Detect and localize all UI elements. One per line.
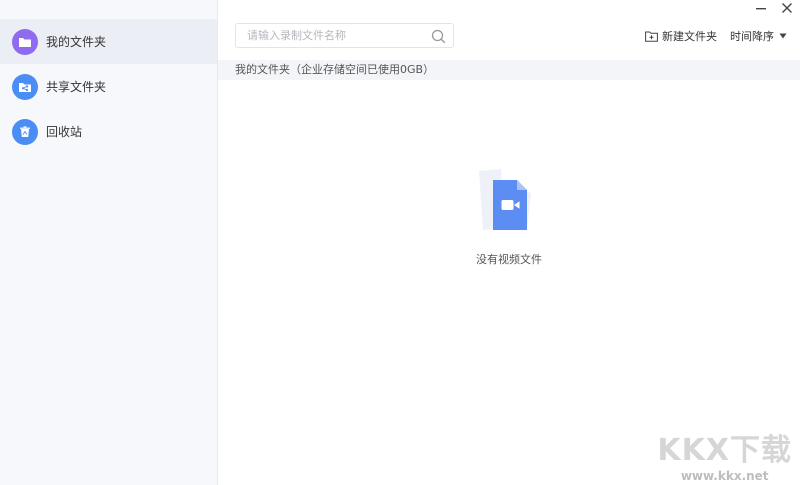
- new-folder-button[interactable]: 新建文件夹: [645, 28, 717, 44]
- sidebar-item-label: 共享文件夹: [46, 80, 107, 94]
- close-button[interactable]: [777, 1, 797, 17]
- breadcrumb: 我的文件夹（企业存储空间已使用0GB）: [218, 60, 800, 80]
- empty-state-text: 没有视频文件: [476, 253, 542, 266]
- sidebar-item-recycle-bin[interactable]: 回收站: [0, 109, 217, 154]
- sidebar-item-shared-folder[interactable]: 共享文件夹: [0, 64, 217, 109]
- recycle-bin-icon: [12, 118, 38, 145]
- caret-down-icon: [779, 33, 787, 39]
- sort-dropdown[interactable]: 时间降序: [730, 28, 787, 44]
- watermark-logo: KKX下载: [657, 433, 792, 468]
- sort-label: 时间降序: [730, 30, 774, 43]
- video-file-icon: [475, 168, 543, 237]
- sidebar-item-label: 回收站: [46, 125, 83, 139]
- search-icon[interactable]: [431, 29, 446, 47]
- sidebar-item-label: 我的文件夹: [46, 35, 107, 49]
- sidebar: 我的文件夹 共享文件夹 回收站: [0, 0, 218, 485]
- sidebar-item-my-folder[interactable]: 我的文件夹: [0, 19, 217, 64]
- minimize-button[interactable]: [751, 1, 771, 17]
- watermark-url: www.kkx.net: [680, 469, 769, 483]
- search-input[interactable]: [245, 28, 429, 43]
- main-panel: 新建文件夹 时间降序 我的文件夹（企业存储空间已使用0GB） 没有视频文件 KK…: [218, 0, 800, 485]
- watermark: KKX下载 www.kkx.net: [657, 425, 792, 483]
- shared-folder-icon: [12, 73, 38, 100]
- new-folder-icon: [645, 31, 658, 42]
- folder-icon: [12, 28, 38, 55]
- close-icon: [781, 2, 793, 17]
- empty-state: 没有视频文件: [218, 168, 800, 267]
- minimize-icon: [755, 2, 767, 17]
- search-box: [235, 23, 454, 48]
- new-folder-label: 新建文件夹: [662, 30, 717, 43]
